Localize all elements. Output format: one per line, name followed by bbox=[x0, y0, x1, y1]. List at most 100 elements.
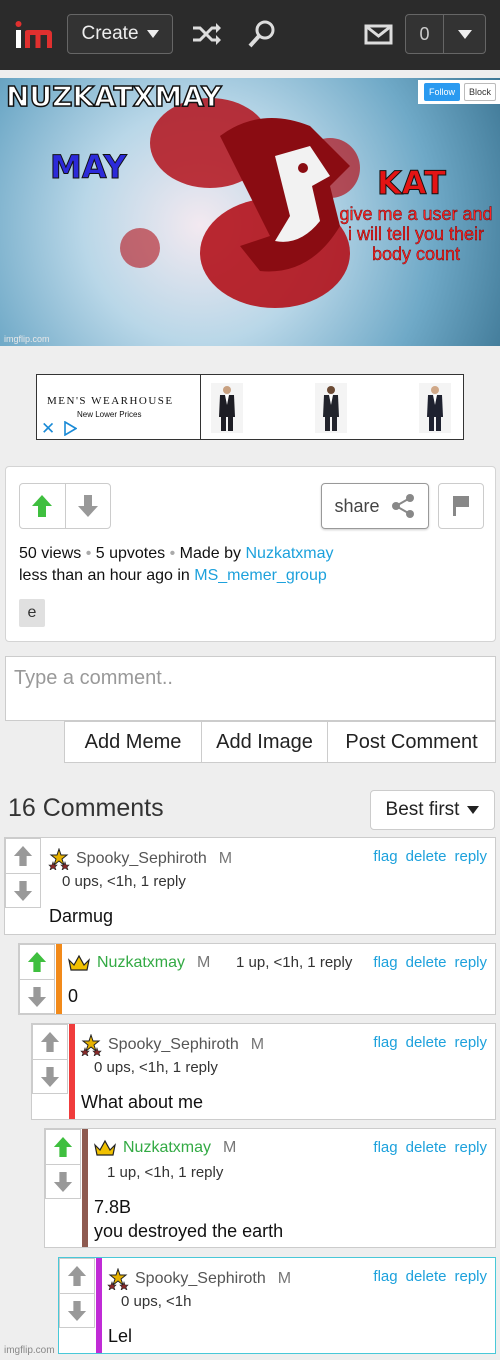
add-meme-button[interactable]: Add Meme bbox=[65, 722, 201, 762]
comment-upvote-button[interactable] bbox=[60, 1259, 94, 1293]
comment-actions: flag delete reply bbox=[373, 1139, 487, 1156]
comment: Nuzkatxmay M flag delete reply 1 up, <1h… bbox=[44, 1128, 496, 1248]
add-image-button[interactable]: Add Image bbox=[201, 722, 327, 762]
advertisement[interactable]: MEN'S WEARHOUSE New Lower Prices ✕ bbox=[36, 374, 464, 440]
flag-link[interactable]: flag bbox=[373, 954, 397, 971]
view-count: 50 views bbox=[19, 545, 82, 562]
comment-downvote-button[interactable] bbox=[33, 1059, 67, 1093]
comment-username[interactable]: Spooky_Sephiroth bbox=[76, 850, 207, 868]
adchoices-icon[interactable] bbox=[63, 421, 77, 436]
arrow-up-icon bbox=[40, 1032, 60, 1052]
comment-body: Spooky_Sephiroth M flag delete reply 0 u… bbox=[76, 1024, 495, 1119]
sort-label: Best first bbox=[385, 799, 460, 820]
comment-text: 0 bbox=[68, 986, 79, 1006]
follow-button[interactable]: Follow bbox=[424, 83, 461, 101]
comment-user: Spooky_Sephiroth M bbox=[107, 1268, 291, 1290]
flag-link[interactable]: flag bbox=[373, 1034, 397, 1051]
caret-down-icon bbox=[467, 806, 480, 814]
comment-text: What about me bbox=[81, 1092, 204, 1112]
comment-downvote-button[interactable] bbox=[6, 873, 40, 907]
meme-vote-group bbox=[19, 483, 111, 529]
delete-link[interactable]: delete bbox=[406, 848, 447, 865]
comment-upvote-button[interactable] bbox=[46, 1130, 80, 1164]
arrow-down-icon bbox=[77, 495, 98, 517]
comment-username[interactable]: Spooky_Sephiroth bbox=[108, 1036, 239, 1054]
block-button[interactable]: Block bbox=[464, 83, 497, 101]
comment: Spooky_Sephiroth M flag delete reply 0 u… bbox=[31, 1023, 496, 1120]
share-button[interactable]: share bbox=[321, 483, 429, 529]
comment-stats: 1 up, <1h, 1 reply bbox=[236, 954, 353, 971]
suit-model-image bbox=[211, 383, 243, 433]
moderator-badge: M bbox=[250, 1036, 265, 1053]
flag-button[interactable] bbox=[438, 483, 484, 529]
flag-link[interactable]: flag bbox=[373, 848, 397, 865]
arrow-up-icon bbox=[32, 495, 53, 517]
thread-depth-bar bbox=[82, 1129, 88, 1247]
comment-actions: flag delete reply bbox=[373, 1034, 487, 1051]
delete-link[interactable]: delete bbox=[406, 1268, 447, 1285]
banner-may-text: MAY bbox=[50, 148, 128, 187]
comment-username[interactable]: Spooky_Sephiroth bbox=[135, 1270, 266, 1288]
arrow-up-icon bbox=[27, 952, 47, 972]
comments-count: 16 Comments bbox=[8, 794, 164, 822]
comment-upvote-button[interactable] bbox=[6, 839, 40, 873]
comment: Spooky_Sephiroth M flag delete reply 0 u… bbox=[58, 1257, 496, 1354]
delete-link[interactable]: delete bbox=[406, 954, 447, 971]
sort-dropdown[interactable]: Best first bbox=[370, 790, 495, 830]
comment-username[interactable]: Nuzkatxmay bbox=[123, 1139, 211, 1157]
comment-input[interactable]: Type a comment.. bbox=[5, 656, 496, 721]
footer-watermark: imgflip.com bbox=[4, 1345, 55, 1356]
create-button[interactable]: Create bbox=[67, 14, 173, 54]
upvote-button[interactable] bbox=[20, 484, 65, 528]
reply-link[interactable]: reply bbox=[454, 1268, 487, 1285]
comment-body: Nuzkatxmay M 1 up, <1h, 1 reply flag del… bbox=[63, 944, 495, 1014]
arrow-down-icon bbox=[27, 986, 47, 1007]
mail-icon[interactable] bbox=[362, 18, 396, 50]
post-comment-button[interactable]: Post Comment bbox=[327, 722, 495, 762]
stars-icon bbox=[80, 1034, 102, 1056]
comment-downvote-button[interactable] bbox=[20, 979, 54, 1013]
user-menu-dropdown[interactable] bbox=[444, 15, 485, 53]
comment-downvote-button[interactable] bbox=[60, 1293, 94, 1327]
arrow-up-icon bbox=[13, 846, 33, 866]
share-label: share bbox=[334, 495, 380, 516]
stars-icon bbox=[107, 1268, 129, 1290]
stream-link[interactable]: MS_memer_group bbox=[194, 567, 327, 584]
arrow-up-icon bbox=[53, 1137, 73, 1157]
comment-vote-group bbox=[19, 944, 55, 1014]
comment-text: 7.8B you destroyed the earth bbox=[94, 1195, 283, 1243]
flag-link[interactable]: flag bbox=[373, 1139, 397, 1156]
comment-vote-group bbox=[45, 1129, 81, 1199]
thread-depth-bar bbox=[69, 1024, 75, 1119]
comment-username[interactable]: Nuzkatxmay bbox=[97, 954, 185, 972]
comment-upvote-button[interactable] bbox=[20, 945, 54, 979]
meme-image: NUZKATXMAY MAY KAT give me a user and i … bbox=[0, 78, 500, 346]
shuffle-icon[interactable] bbox=[190, 18, 224, 50]
author-link[interactable]: Nuzkatxmay bbox=[246, 545, 334, 562]
comment-upvote-button[interactable] bbox=[33, 1025, 67, 1059]
search-icon[interactable] bbox=[246, 18, 280, 50]
comment-actions: flag delete reply bbox=[373, 1268, 487, 1285]
comment-stats: 0 ups, <1h, 1 reply bbox=[62, 873, 186, 890]
ad-close-icon[interactable]: ✕ bbox=[41, 419, 55, 439]
stars-icon bbox=[48, 848, 70, 870]
comment-stats: 0 ups, <1h bbox=[121, 1293, 192, 1310]
reply-link[interactable]: reply bbox=[454, 1139, 487, 1156]
comment-actions: flag delete reply bbox=[373, 848, 487, 865]
reply-link[interactable]: reply bbox=[454, 1034, 487, 1051]
delete-link[interactable]: delete bbox=[406, 1034, 447, 1051]
ad-brand-name: MEN'S WEARHOUSE bbox=[47, 395, 174, 407]
upvote-count: 5 upvotes bbox=[95, 545, 166, 562]
notifications-button[interactable]: 0 bbox=[405, 14, 486, 54]
delete-link[interactable]: delete bbox=[406, 1139, 447, 1156]
flag-link[interactable]: flag bbox=[373, 1268, 397, 1285]
arrow-up-icon bbox=[67, 1266, 87, 1286]
imgflip-logo[interactable] bbox=[14, 18, 54, 52]
reply-link[interactable]: reply bbox=[454, 954, 487, 971]
comment-downvote-button[interactable] bbox=[46, 1164, 80, 1198]
meme-tag[interactable]: e bbox=[19, 599, 45, 627]
arrow-down-icon bbox=[67, 1300, 87, 1321]
banner-kat-text: KAT bbox=[377, 164, 447, 203]
downvote-button[interactable] bbox=[64, 484, 111, 528]
reply-link[interactable]: reply bbox=[454, 848, 487, 865]
